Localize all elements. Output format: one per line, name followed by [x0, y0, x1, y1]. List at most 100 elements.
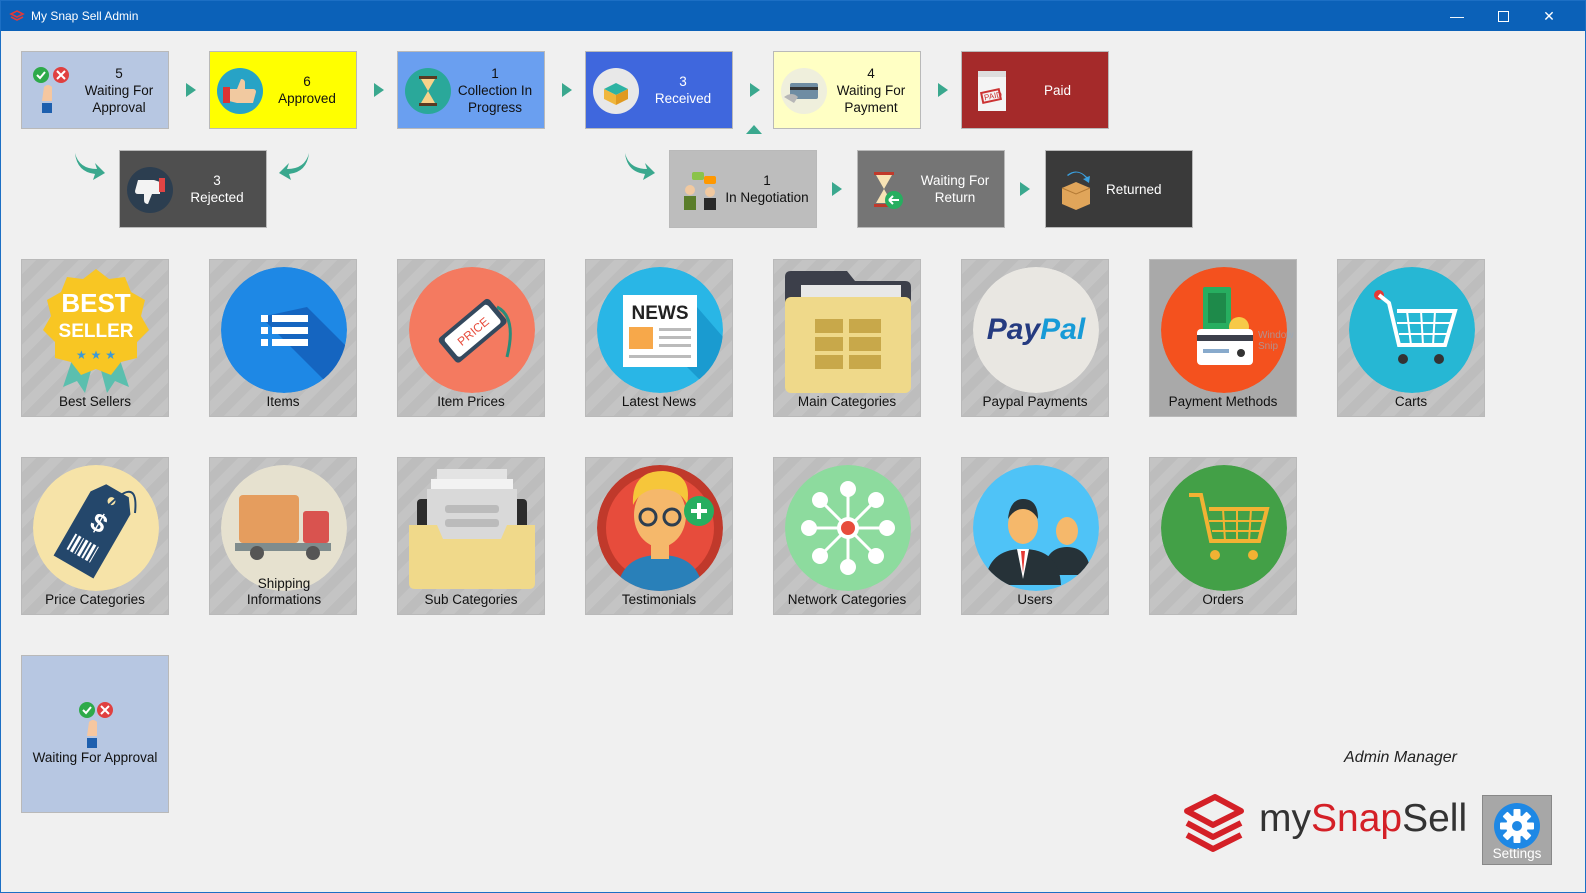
- menu-label: Payment Methods: [1168, 394, 1278, 409]
- status-label: Collection In Progress: [457, 82, 533, 115]
- menu-label: Testimonials: [621, 592, 697, 607]
- menu-label: Network Categories: [787, 592, 907, 607]
- app-window: My Snap Sell Admin — ✕ 5 Waiting For Appr…: [0, 0, 1586, 893]
- gear-icon: [1494, 803, 1540, 849]
- approval-icon: [79, 702, 113, 748]
- maximize-icon: [1497, 10, 1509, 22]
- status-waiting-for-return[interactable]: Waiting For Return: [857, 150, 1005, 228]
- status-collection-in-progress[interactable]: 1 Collection In Progress: [397, 51, 545, 129]
- truck-icon: [221, 465, 347, 591]
- menu-orders[interactable]: Orders: [1149, 457, 1297, 615]
- menu-network-categories[interactable]: Network Categories: [773, 457, 921, 615]
- flow-arrow-icon: [832, 182, 842, 196]
- return-hourglass-icon: [874, 172, 903, 209]
- maximize-button[interactable]: [1480, 1, 1526, 31]
- menu-shipping-informations[interactable]: Shipping Informations: [209, 457, 357, 615]
- menu-label: Users: [1017, 592, 1053, 607]
- title-bar: My Snap Sell Admin — ✕: [1, 1, 1585, 31]
- price-tag-icon: PRICE: [409, 267, 535, 393]
- curved-arrow-icon: [625, 153, 655, 180]
- status-label: Returned: [1106, 181, 1162, 197]
- status-count: 1: [763, 173, 771, 188]
- approval-hand-icon: [33, 67, 69, 113]
- status-received[interactable]: 3 Received: [585, 51, 733, 129]
- status-label: Rejected: [190, 190, 244, 205]
- thumbs-up-icon: [217, 68, 263, 114]
- menu-sub-categories[interactable]: Sub Categories: [397, 457, 545, 615]
- curved-arrow-icon: [75, 153, 105, 180]
- flow-arrow-icon: [750, 83, 760, 97]
- logo-text: mySnapSell: [1259, 797, 1467, 841]
- menu-waiting-for-approval[interactable]: Waiting For Approval: [21, 655, 169, 813]
- menu-users[interactable]: Users: [961, 457, 1109, 615]
- flow-arrow-icon: [186, 83, 196, 97]
- menu-label: Waiting For Approval: [32, 750, 158, 765]
- menu-main-categories[interactable]: Main Categories: [773, 259, 921, 417]
- folder-icon: [785, 271, 911, 393]
- window-title: My Snap Sell Admin: [31, 9, 139, 23]
- status-count: 5: [115, 65, 123, 81]
- cart-icon: [1349, 267, 1475, 393]
- status-label: Waiting For Payment: [836, 82, 906, 115]
- menu-items[interactable]: Items: [209, 259, 357, 417]
- menu-label: Carts: [1394, 394, 1428, 409]
- menu-label: Orders: [1202, 592, 1244, 607]
- minimize-button[interactable]: —: [1434, 1, 1480, 31]
- status-label: Approved: [278, 91, 336, 106]
- status-count: 4: [867, 65, 875, 81]
- menu-latest-news[interactable]: NEWS Latest News: [585, 259, 733, 417]
- svg-text:SELLER: SELLER: [59, 321, 134, 342]
- menu-label: Main Categories: [797, 394, 897, 409]
- status-paid[interactable]: PAID Paid: [961, 51, 1109, 129]
- menu-best-sellers[interactable]: BEST SELLER ★ ★ ★ Best Sellers: [21, 259, 169, 417]
- menu-price-categories[interactable]: $ Price Categories: [21, 457, 169, 615]
- logo-text-sell: Sell: [1402, 797, 1468, 840]
- paid-invoice-icon: PAID: [978, 71, 1006, 111]
- menu-label: Paypal Payments: [982, 394, 1088, 409]
- menu-label: Item Prices: [437, 394, 505, 409]
- file-tray-icon: [409, 469, 535, 589]
- box-received-icon: [593, 68, 639, 114]
- menu-item-prices[interactable]: PRICE Item Prices: [397, 259, 545, 417]
- menu-label: Best Sellers: [58, 394, 132, 409]
- thumbs-down-icon: [127, 167, 173, 213]
- status-waiting-for-approval[interactable]: 5 Waiting For Approval: [21, 51, 169, 129]
- network-icon: [785, 465, 911, 591]
- negotiation-icon: [684, 172, 716, 210]
- best-seller-badge-icon: BEST SELLER ★ ★ ★: [43, 269, 149, 393]
- returned-box-icon: [1061, 171, 1091, 210]
- logo-text-my: my: [1259, 797, 1311, 840]
- flow-arrow-icon: [938, 83, 948, 97]
- payment-card-icon: [781, 68, 827, 114]
- status-approved[interactable]: 6 Approved: [209, 51, 357, 129]
- status-waiting-for-payment[interactable]: 4 Waiting For Payment: [773, 51, 921, 129]
- status-rejected[interactable]: 3 Rejected: [119, 150, 267, 228]
- settings-button[interactable]: Settings: [1482, 795, 1552, 865]
- status-in-negotiation[interactable]: 1 In Negotiation: [669, 150, 817, 228]
- hourglass-icon: [405, 68, 451, 114]
- svg-text:PayPal: PayPal: [987, 313, 1086, 346]
- status-count: 3: [213, 173, 221, 188]
- status-returned[interactable]: Returned: [1045, 150, 1193, 228]
- menu-label: Shipping Informations: [246, 576, 322, 607]
- users-icon: [973, 465, 1099, 591]
- admin-manager-label: Admin Manager: [1344, 749, 1457, 766]
- curved-arrow-icon: [279, 153, 309, 180]
- window-snip-tooltip: Window Snip: [1258, 330, 1294, 352]
- status-label: Paid: [1044, 82, 1072, 98]
- svg-text:BEST: BEST: [61, 288, 130, 318]
- paypal-icon: PayPal: [973, 267, 1099, 393]
- app-logo-icon: [9, 10, 25, 21]
- flow-arrow-icon: [1020, 182, 1030, 196]
- logo-text-snap: Snap: [1311, 797, 1403, 840]
- menu-label: Items: [266, 394, 300, 409]
- status-label: Waiting For Approval: [84, 82, 154, 115]
- menu-carts[interactable]: Carts: [1337, 259, 1485, 417]
- status-label: Waiting For Return: [920, 173, 990, 205]
- menu-paypal-payments[interactable]: PayPal Paypal Payments: [961, 259, 1109, 417]
- menu-payment-methods[interactable]: Window Snip Payment Methods: [1149, 259, 1297, 417]
- menu-testimonials[interactable]: Testimonials: [585, 457, 733, 615]
- close-button[interactable]: ✕: [1526, 1, 1572, 31]
- menu-label: Sub Categories: [424, 592, 518, 607]
- newspaper-icon: NEWS: [597, 267, 723, 393]
